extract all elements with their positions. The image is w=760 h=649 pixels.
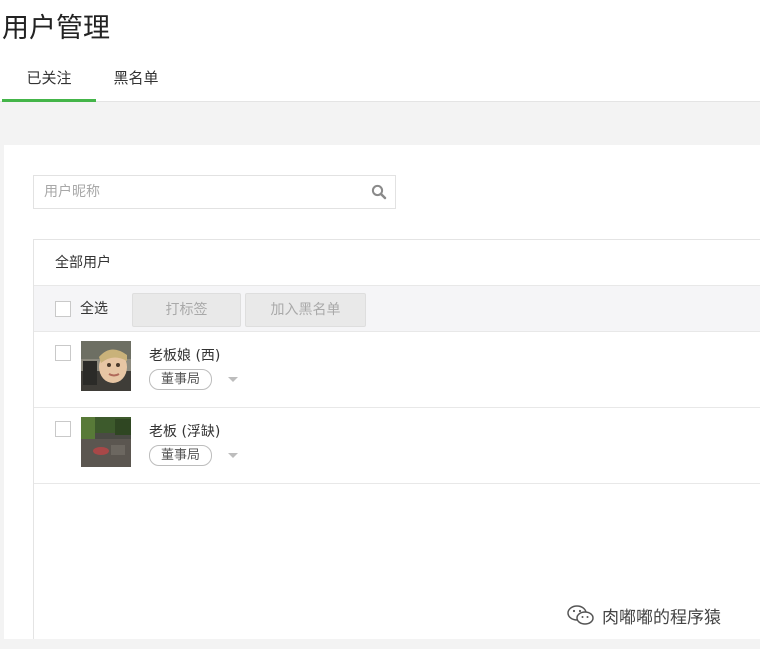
select-all-checkbox[interactable]	[55, 301, 71, 317]
group-header: 全部用户	[34, 240, 760, 286]
watermark: 肉嘟嘟的程序猿	[566, 603, 721, 628]
search-box	[33, 175, 396, 209]
chevron-down-icon[interactable]	[228, 453, 238, 458]
table-row: 老板娘 (西) 董事局	[34, 332, 760, 408]
table-row: 老板 (浮缺) 董事局	[34, 408, 760, 484]
avatar[interactable]	[81, 341, 131, 391]
tab-bar: 已关注 黑名单	[0, 57, 760, 102]
search-icon[interactable]	[371, 184, 387, 200]
page-title: 用户管理	[2, 13, 110, 44]
tab-followed[interactable]: 已关注	[2, 57, 96, 102]
search-input[interactable]	[34, 176, 364, 208]
user-table: 全部用户 全选 打标签 加入黑名单 老板娘 (西) 董事局 老板 (浮缺) 董事…	[33, 239, 760, 639]
user-tag[interactable]: 董事局	[149, 369, 213, 390]
row-checkbox[interactable]	[55, 345, 71, 361]
watermark-text: 肉嘟嘟的程序猿	[602, 607, 721, 628]
add-tag-button[interactable]: 打标签	[132, 293, 241, 327]
user-name[interactable]: 老板 (浮缺)	[149, 421, 220, 441]
chevron-down-icon[interactable]	[228, 377, 238, 382]
user-name[interactable]: 老板娘 (西)	[149, 345, 220, 365]
select-all-label[interactable]: 全选	[80, 286, 108, 332]
tab-blacklist[interactable]: 黑名单	[106, 57, 166, 102]
batch-toolbar: 全选 打标签 加入黑名单	[34, 286, 760, 332]
user-tag[interactable]: 董事局	[149, 445, 213, 466]
wechat-icon	[567, 605, 594, 625]
avatar[interactable]	[81, 417, 131, 467]
row-checkbox[interactable]	[55, 421, 71, 437]
add-to-blacklist-button[interactable]: 加入黑名单	[245, 293, 366, 327]
